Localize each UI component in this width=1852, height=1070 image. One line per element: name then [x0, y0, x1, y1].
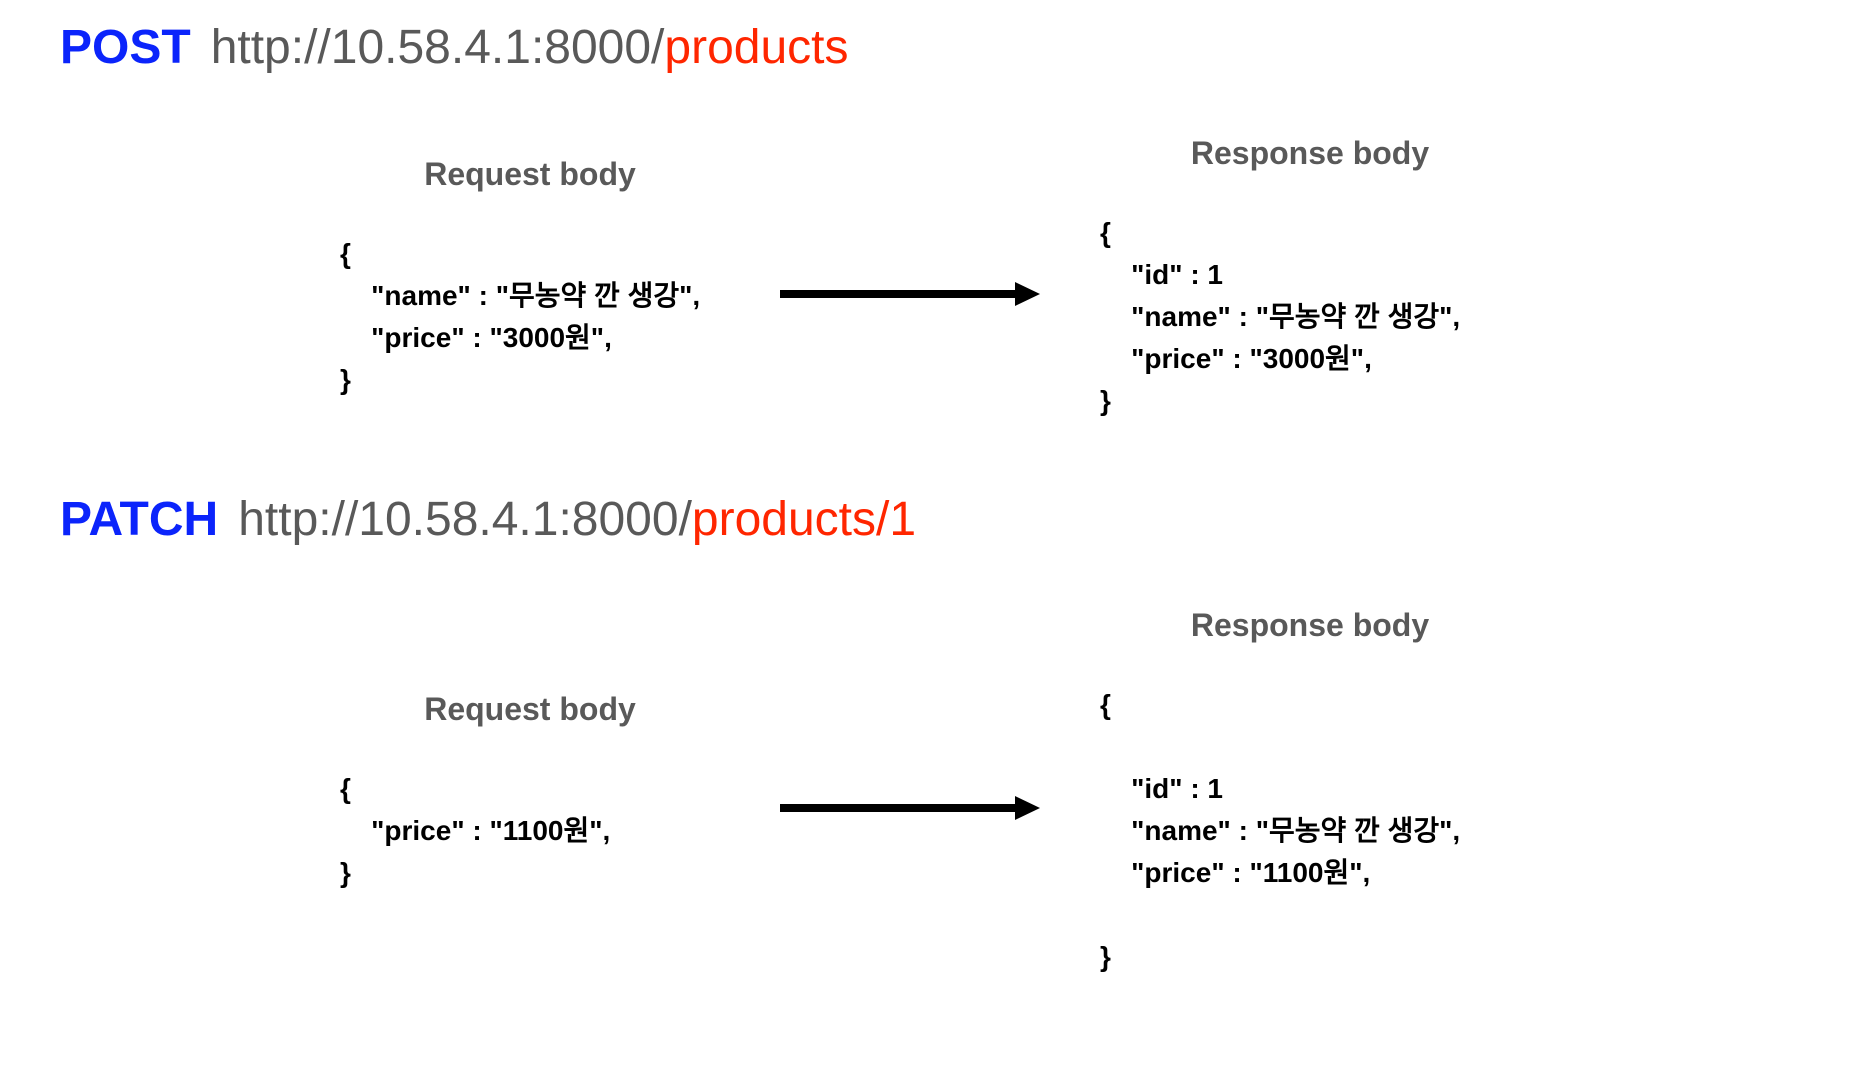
- post-method: POST: [60, 20, 191, 75]
- patch-response-label: Response body: [1100, 607, 1520, 644]
- arrow-right-icon: [780, 796, 1040, 820]
- post-section: POST http://10.58.4.1:8000/products Requ…: [60, 20, 1792, 422]
- patch-url: http://10.58.4.1:8000/products/1: [238, 492, 916, 547]
- post-url-base: http://10.58.4.1:8000/: [211, 21, 665, 74]
- patch-body-row: Request body { "price" : "1100원", } Resp…: [60, 607, 1792, 978]
- post-url-path: products: [664, 21, 848, 74]
- post-url-line: POST http://10.58.4.1:8000/products: [60, 20, 1792, 75]
- patch-request-column: Request body { "price" : "1100원", }: [340, 691, 720, 894]
- patch-response-column: Response body { "id" : 1 "name" : "무농약 깐…: [1100, 607, 1520, 978]
- post-arrow: [780, 282, 1040, 306]
- patch-url-base: http://10.58.4.1:8000/: [238, 493, 692, 546]
- post-response-label: Response body: [1100, 135, 1520, 172]
- patch-method: PATCH: [60, 492, 218, 547]
- post-request-body: { "name" : "무농약 깐 생강", "price" : "3000원"…: [340, 233, 720, 401]
- patch-request-label: Request body: [340, 691, 720, 728]
- patch-request-body: { "price" : "1100원", }: [340, 768, 720, 894]
- arrow-right-icon: [780, 282, 1040, 306]
- post-body-row: Request body { "name" : "무농약 깐 생강", "pri…: [60, 135, 1792, 422]
- patch-response-body: { "id" : 1 "name" : "무농약 깐 생강", "price" …: [1100, 684, 1520, 978]
- post-response-column: Response body { "id" : 1 "name" : "무농약 깐…: [1100, 135, 1520, 422]
- patch-url-line: PATCH http://10.58.4.1:8000/products/1: [60, 492, 1792, 547]
- patch-arrow: [780, 796, 1040, 820]
- patch-section: PATCH http://10.58.4.1:8000/products/1 R…: [60, 492, 1792, 978]
- post-url: http://10.58.4.1:8000/products: [211, 20, 849, 75]
- post-request-label: Request body: [340, 156, 720, 193]
- patch-url-path: products/1: [692, 493, 916, 546]
- post-response-body: { "id" : 1 "name" : "무농약 깐 생강", "price" …: [1100, 212, 1520, 422]
- post-request-column: Request body { "name" : "무농약 깐 생강", "pri…: [340, 156, 720, 401]
